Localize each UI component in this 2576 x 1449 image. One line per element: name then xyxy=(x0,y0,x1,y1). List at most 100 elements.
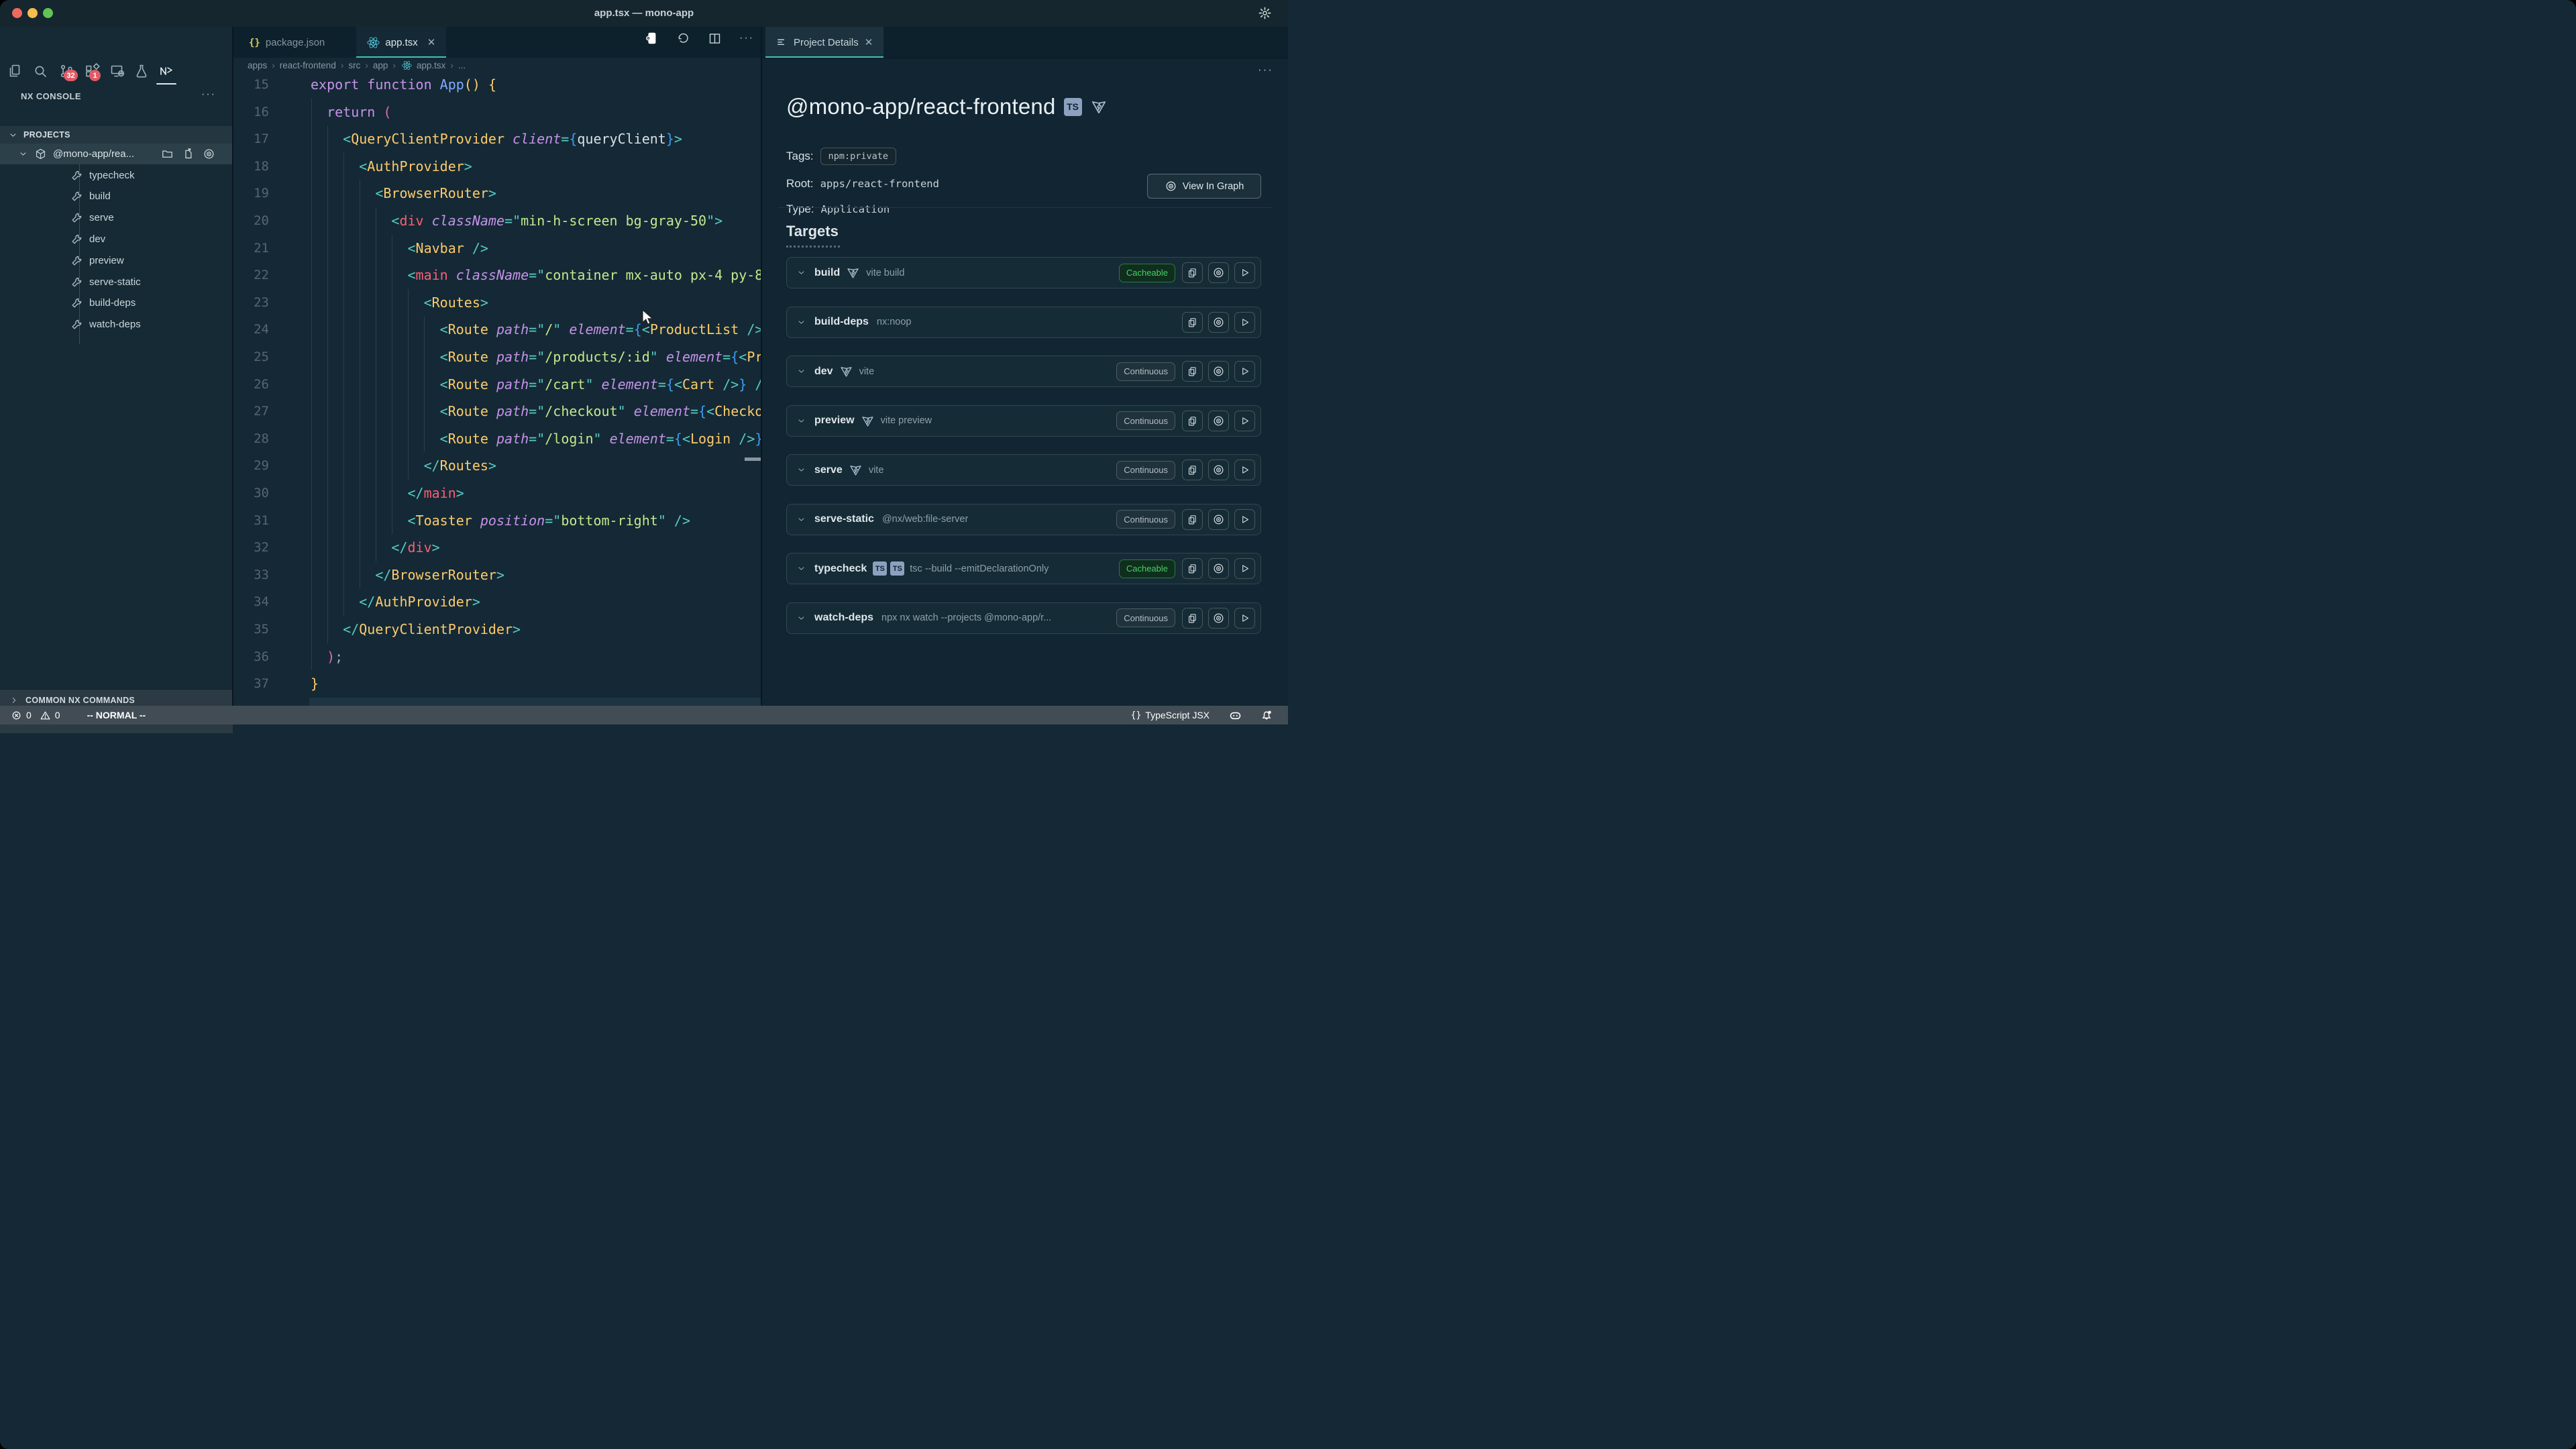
view-in-graph-icon[interactable] xyxy=(1208,411,1229,431)
folder-icon[interactable] xyxy=(161,148,174,160)
target-name: serve xyxy=(814,464,843,476)
run-target-icon[interactable] xyxy=(1234,558,1255,579)
target-card-serve-static[interactable]: serve-static@nx/web:file-serverContinuou… xyxy=(786,504,1261,535)
target-command: npx nx watch --projects @mono-app/r... xyxy=(881,612,1051,623)
chevron-down-icon[interactable] xyxy=(796,613,806,623)
copilot-icon[interactable] xyxy=(1228,708,1242,722)
breadcrumb-item[interactable]: ... xyxy=(458,60,466,70)
target-name: serve-static xyxy=(814,513,874,525)
chevron-down-icon[interactable] xyxy=(796,317,806,327)
copy-icon[interactable] xyxy=(1182,361,1203,382)
chevron-down-icon[interactable] xyxy=(796,515,806,525)
remote-explorer-icon[interactable] xyxy=(105,59,129,83)
copy-icon[interactable] xyxy=(1182,312,1203,333)
sidebar-item-dev[interactable]: dev xyxy=(0,228,233,250)
sidebar-item-serve[interactable]: serve xyxy=(0,207,233,229)
status-badge: Continuous xyxy=(1116,461,1175,480)
refresh-icon[interactable] xyxy=(676,32,690,46)
target-card-build-deps[interactable]: build-depsnx:noop xyxy=(786,307,1261,338)
wrench-icon xyxy=(70,233,83,246)
search-icon[interactable] xyxy=(28,59,52,83)
target-card-preview[interactable]: previewvite previewContinuous xyxy=(786,405,1261,437)
target-command: nx:noop xyxy=(877,317,912,327)
breadcrumb-item[interactable]: react-frontend xyxy=(280,60,336,70)
view-in-graph-icon[interactable] xyxy=(1208,361,1229,382)
target-card-typecheck[interactable]: typecheckTSTStsc --build --emitDeclarati… xyxy=(786,553,1261,584)
run-target-icon[interactable] xyxy=(1234,460,1255,480)
sidebar-item-preview[interactable]: preview xyxy=(0,250,233,271)
run-target-icon[interactable] xyxy=(1234,509,1255,530)
extensions-icon[interactable]: 1 xyxy=(80,59,104,83)
sidebar-item-build-deps[interactable]: build-deps xyxy=(0,292,233,314)
more-actions-icon[interactable]: ··· xyxy=(201,89,216,101)
view-in-graph-icon[interactable] xyxy=(1208,558,1229,579)
sidebar-divider[interactable] xyxy=(232,27,233,706)
nx-open-icon[interactable] xyxy=(644,31,659,46)
target-card-watch-deps[interactable]: watch-depsnpx nx watch --projects @mono-… xyxy=(786,602,1261,634)
view-in-graph-button[interactable]: View In Graph xyxy=(1147,174,1261,199)
close-icon[interactable]: ✕ xyxy=(865,36,873,48)
sidebar-item-watch-deps[interactable]: watch-deps xyxy=(0,314,233,335)
projects-section-label: PROJECTS xyxy=(23,130,70,140)
run-target-icon[interactable] xyxy=(1234,608,1255,629)
copy-icon[interactable] xyxy=(1182,411,1203,431)
vite-icon xyxy=(846,266,860,280)
split-editor-icon[interactable] xyxy=(708,32,722,46)
tab-project-details[interactable]: Project Details ✕ xyxy=(765,27,883,58)
code-line-30: 30 </main> xyxy=(233,480,761,507)
copy-icon[interactable] xyxy=(1182,558,1203,579)
breadcrumb-item[interactable]: apps xyxy=(248,60,267,70)
copy-icon[interactable] xyxy=(1182,262,1203,283)
run-target-icon[interactable] xyxy=(1234,312,1255,333)
close-icon[interactable]: ✕ xyxy=(427,36,436,48)
run-target-icon[interactable] xyxy=(1234,262,1255,283)
chevron-down-icon[interactable] xyxy=(796,366,806,376)
project-row[interactable]: @mono-app/rea... xyxy=(0,144,233,164)
code-editor[interactable]: 15export function App() {16 return (17 <… xyxy=(233,72,761,706)
focus-project-icon[interactable] xyxy=(203,148,215,160)
edit-config-icon[interactable] xyxy=(182,148,195,160)
sidebar-item-serve-static[interactable]: serve-static xyxy=(0,271,233,292)
copy-icon[interactable] xyxy=(1182,608,1203,629)
chevron-down-icon[interactable] xyxy=(796,465,806,475)
notifications-bell-icon[interactable] xyxy=(1260,708,1273,722)
projects-section-header[interactable]: PROJECTS xyxy=(0,126,233,144)
panel-more-actions-icon[interactable]: ··· xyxy=(1258,63,1273,76)
view-in-graph-icon[interactable] xyxy=(1208,262,1229,283)
copy-icon[interactable] xyxy=(1182,460,1203,480)
breadcrumb[interactable]: apps›react-frontend›src›app›app.tsx›... xyxy=(233,58,761,72)
testing-icon[interactable] xyxy=(129,59,154,83)
gear-icon[interactable] xyxy=(1258,6,1272,20)
tab-package.json[interactable]: {}package.json xyxy=(238,27,335,58)
language-mode[interactable]: {} TypeScript JSX xyxy=(1131,710,1210,720)
more-actions-icon[interactable]: ··· xyxy=(739,32,754,44)
run-target-icon[interactable] xyxy=(1234,411,1255,431)
type-label: Type: xyxy=(786,203,814,216)
view-in-graph-icon[interactable] xyxy=(1208,608,1229,629)
target-card-dev[interactable]: devviteContinuous xyxy=(786,356,1261,387)
run-target-icon[interactable] xyxy=(1234,361,1255,382)
chevron-down-icon[interactable] xyxy=(796,268,806,278)
sidebar-item-build[interactable]: build xyxy=(0,186,233,207)
copy-icon[interactable] xyxy=(1182,509,1203,530)
chevron-down-icon[interactable] xyxy=(796,416,806,426)
breadcrumb-item[interactable]: src xyxy=(348,60,360,70)
sidebar: 321 NX CONSOLE ··· PROJECTS @mono-app/re… xyxy=(0,27,233,706)
breadcrumb-item[interactable]: app.tsx xyxy=(400,59,446,72)
code-line-19: 19 <BrowserRouter> xyxy=(233,180,761,207)
source-control-icon[interactable]: 32 xyxy=(54,59,78,83)
view-in-graph-icon[interactable] xyxy=(1208,312,1229,333)
problems-indicator[interactable]: 0 0 xyxy=(11,710,60,721)
code-line-18: 18 <AuthProvider> xyxy=(233,153,761,180)
status-badge: Continuous xyxy=(1116,510,1175,529)
target-card-serve[interactable]: serveviteContinuous xyxy=(786,454,1261,486)
nx-console-icon[interactable] xyxy=(154,59,178,83)
view-in-graph-icon[interactable] xyxy=(1208,460,1229,480)
view-in-graph-icon[interactable] xyxy=(1208,509,1229,530)
tab-app.tsx[interactable]: app.tsx✕ xyxy=(356,27,446,58)
sidebar-item-typecheck[interactable]: typecheck xyxy=(0,164,233,186)
chevron-down-icon[interactable] xyxy=(796,564,806,574)
explorer-icon[interactable] xyxy=(3,59,27,83)
breadcrumb-item[interactable]: app xyxy=(373,60,388,70)
target-card-build[interactable]: buildvite buildCacheable xyxy=(786,257,1261,288)
